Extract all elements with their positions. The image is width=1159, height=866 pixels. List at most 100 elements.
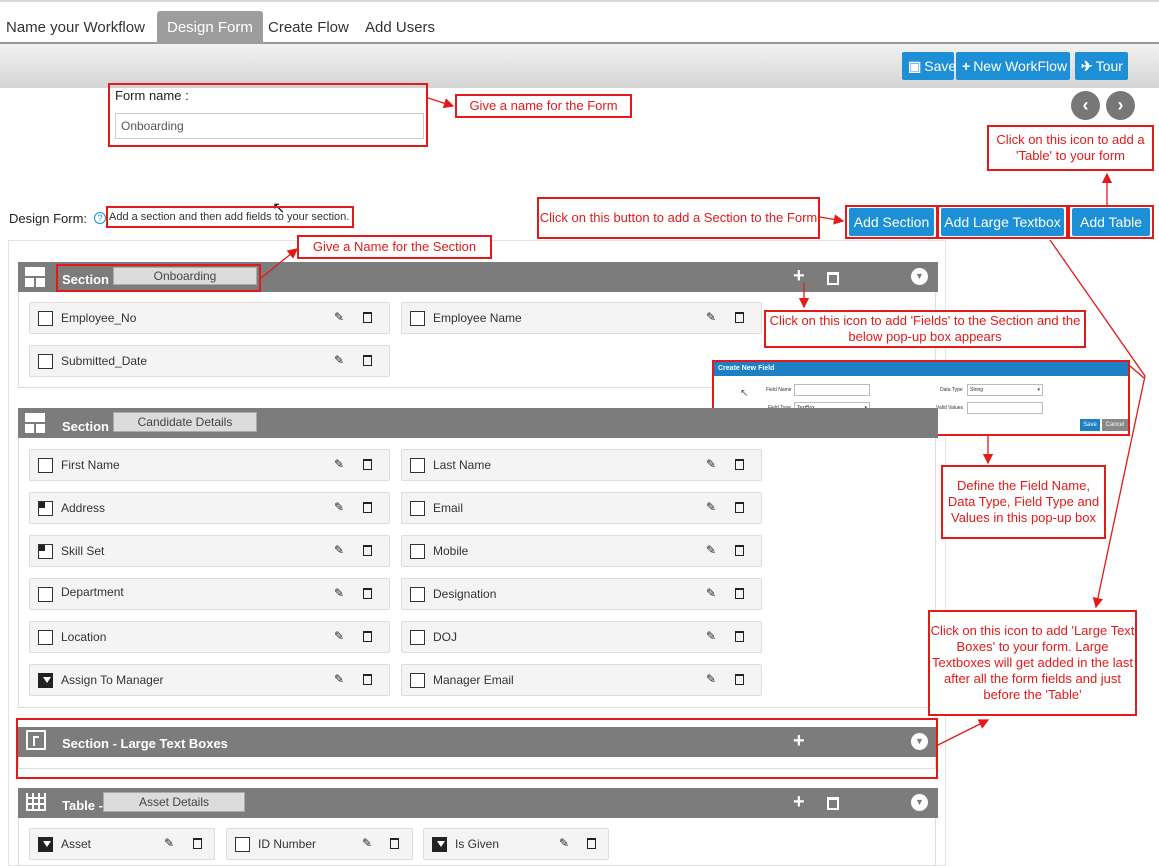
checkbox-icon: [410, 544, 425, 559]
section-name-input[interactable]: Candidate Details: [113, 412, 257, 432]
field-item[interactable]: Submitted_Date ✎: [29, 345, 390, 377]
dropdown-icon: [38, 673, 53, 688]
textarea-icon: [38, 501, 53, 516]
popup-title: Create New Field: [714, 362, 1128, 376]
trash-icon[interactable]: [735, 674, 744, 685]
new-workflow-button[interactable]: + New WorkFlow: [956, 52, 1070, 80]
trash-icon[interactable]: [363, 502, 372, 513]
tab-create-flow[interactable]: Create Flow: [258, 11, 359, 44]
edit-icon[interactable]: ✎: [559, 836, 570, 850]
trash-icon[interactable]: [363, 312, 372, 323]
add-field-icon[interactable]: +: [793, 791, 805, 814]
form-name-label: Form name :: [115, 88, 189, 103]
field-item[interactable]: Designation ✎: [401, 578, 762, 610]
table-field-item[interactable]: Is Given ✎: [423, 828, 609, 860]
trash-icon[interactable]: [735, 588, 744, 599]
trash-icon[interactable]: [735, 631, 744, 642]
trash-icon[interactable]: [735, 312, 744, 323]
edit-icon[interactable]: ✎: [706, 500, 717, 514]
trash-icon[interactable]: [363, 674, 372, 685]
field-item[interactable]: Address ✎: [29, 492, 390, 524]
table-name-input[interactable]: Asset Details: [103, 792, 245, 812]
add-large-textbox-button[interactable]: Add Large Textbox: [941, 208, 1064, 236]
field-item[interactable]: Mobile ✎: [401, 535, 762, 567]
trash-icon[interactable]: [735, 459, 744, 470]
field-label: DOJ: [433, 630, 457, 644]
textarea-icon: [38, 544, 53, 559]
form-name-box: Form name : Onboarding: [108, 83, 428, 147]
prev-arrow-icon[interactable]: ‹: [1071, 91, 1100, 120]
field-item[interactable]: Manager Email ✎: [401, 664, 762, 696]
save-button[interactable]: ▣ Save: [902, 52, 956, 80]
edit-icon[interactable]: ✎: [334, 310, 345, 324]
edit-icon[interactable]: ✎: [334, 586, 345, 600]
trash-icon[interactable]: [735, 502, 744, 513]
tab-add-users[interactable]: Add Users: [355, 11, 445, 44]
add-field-icon[interactable]: +: [793, 265, 805, 288]
add-table-button[interactable]: Add Table: [1072, 208, 1150, 236]
edit-icon[interactable]: ✎: [362, 836, 373, 850]
edit-icon[interactable]: ✎: [334, 672, 345, 686]
field-item[interactable]: Assign To Manager ✎: [29, 664, 390, 696]
field-item[interactable]: First Name ✎: [29, 449, 390, 481]
add-section-button[interactable]: Add Section: [849, 208, 934, 236]
tour-button[interactable]: ✈ Tour: [1075, 52, 1128, 80]
trash-icon[interactable]: [193, 838, 202, 849]
trash-icon[interactable]: [363, 631, 372, 642]
field-label: Last Name: [433, 458, 492, 472]
help-icon[interactable]: ?: [94, 212, 106, 224]
form-name-input[interactable]: Onboarding: [115, 113, 424, 139]
checkbox-icon: [38, 354, 53, 369]
field-item[interactable]: DOJ ✎: [401, 621, 762, 653]
trash-icon[interactable]: [363, 545, 372, 556]
edit-icon[interactable]: ✎: [706, 543, 717, 557]
field-item[interactable]: Employee Name ✎: [401, 302, 762, 334]
popup-data-type-select[interactable]: String ▾: [967, 384, 1043, 396]
edit-icon[interactable]: ✎: [334, 543, 345, 557]
edit-icon[interactable]: ✎: [334, 457, 345, 471]
section-name-highlight: [56, 264, 261, 292]
next-arrow-icon[interactable]: ›: [1106, 91, 1135, 120]
edit-icon[interactable]: ✎: [706, 672, 717, 686]
trash-icon[interactable]: [827, 797, 839, 810]
edit-icon[interactable]: ✎: [706, 310, 717, 324]
edit-icon[interactable]: ✎: [706, 457, 717, 471]
trash-icon[interactable]: [390, 838, 399, 849]
trash-icon[interactable]: [827, 272, 839, 285]
popup-field-name-input[interactable]: [794, 384, 870, 396]
table-field-item[interactable]: Asset ✎: [29, 828, 215, 860]
field-label: Location: [61, 630, 107, 644]
trash-icon[interactable]: [735, 545, 744, 556]
table-field-item[interactable]: ID Number ✎: [226, 828, 413, 860]
table-header: Table - Asset Details + ▼: [18, 788, 938, 818]
edit-icon[interactable]: ✎: [334, 629, 345, 643]
field-item[interactable]: Last Name ✎: [401, 449, 762, 481]
edit-icon[interactable]: ✎: [334, 353, 345, 367]
tab-design-form[interactable]: Design Form: [157, 11, 263, 44]
trash-icon[interactable]: [363, 588, 372, 599]
field-item[interactable]: Email ✎: [401, 492, 762, 524]
popup-cancel-button[interactable]: Cancel: [1102, 419, 1128, 431]
plus-icon: +: [962, 58, 971, 74]
popup-save-button[interactable]: Save: [1080, 419, 1100, 431]
field-item[interactable]: Location ✎: [29, 621, 390, 653]
edit-icon[interactable]: ✎: [706, 629, 717, 643]
edit-icon[interactable]: ✎: [334, 500, 345, 514]
popup-field-name-label: Field Name: [766, 387, 792, 393]
checkbox-icon: [38, 630, 53, 645]
edit-icon[interactable]: ✎: [164, 836, 175, 850]
field-item[interactable]: Skill Set ✎: [29, 535, 390, 567]
chevron-down-icon[interactable]: ▼: [911, 794, 928, 811]
popup-valid-values-input[interactable]: [967, 402, 1043, 414]
field-item[interactable]: Employee_No ✎: [29, 302, 390, 334]
field-label: Designation: [433, 587, 497, 601]
tab-name-workflow[interactable]: Name your Workflow: [0, 11, 155, 44]
checkbox-icon: [410, 311, 425, 326]
edit-icon[interactable]: ✎: [706, 586, 717, 600]
trash-icon[interactable]: [363, 459, 372, 470]
trash-icon[interactable]: [363, 355, 372, 366]
chevron-down-icon[interactable]: ▼: [911, 268, 928, 285]
field-item[interactable]: Department ✎: [29, 578, 390, 610]
callout-define: Define the Field Name, Data Type, Field …: [941, 465, 1106, 539]
trash-icon[interactable]: [587, 838, 596, 849]
